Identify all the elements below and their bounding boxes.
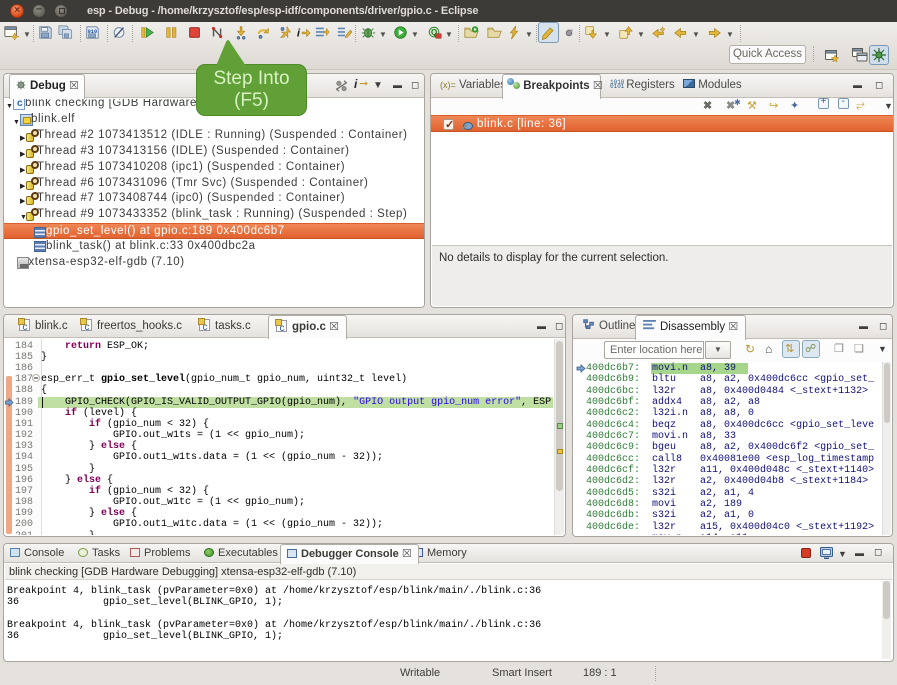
svg-text:i: i [297, 27, 301, 39]
